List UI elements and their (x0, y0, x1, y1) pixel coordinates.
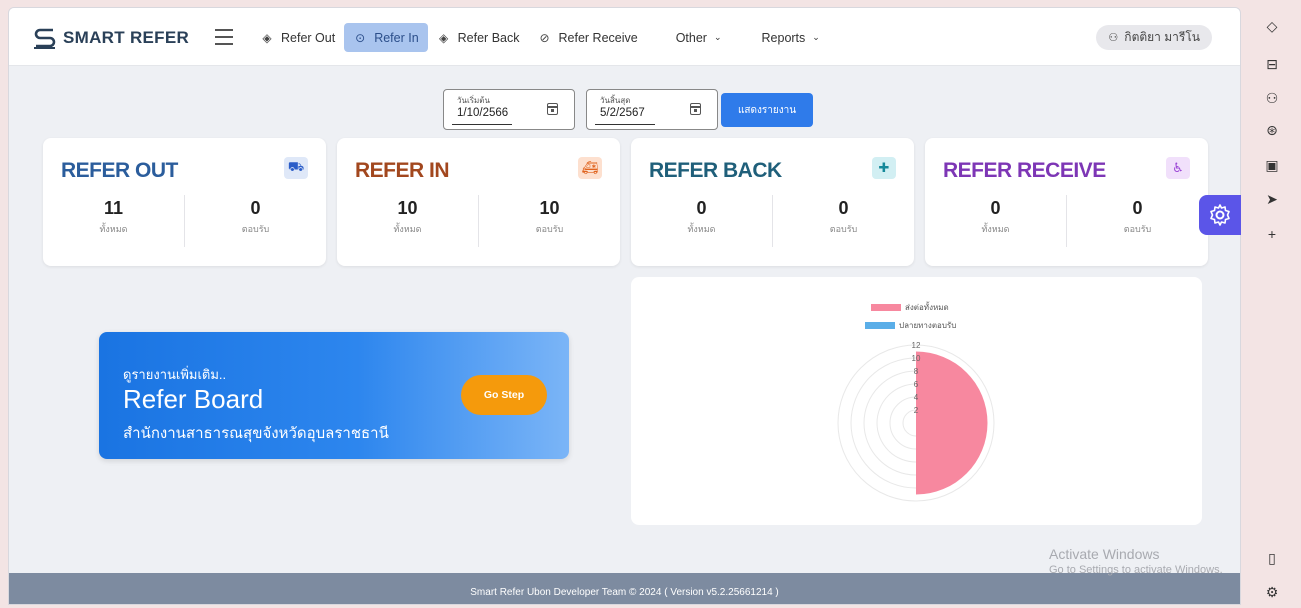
card-total: 0 (696, 198, 707, 218)
tick-label: 12 (912, 341, 921, 350)
end-date-value: 5/2/2567 (600, 107, 645, 119)
card-accepted-label: ตอบรับ (1123, 224, 1152, 234)
browser-sidebar: ◇ ⊟ ⚇ ⊛ ▣ ➤ + ▯ ⚙ (1243, 0, 1301, 608)
activate-windows-watermark: Activate Windows Go to Settings to activ… (1049, 546, 1223, 576)
main-nav: ◈ Refer Out ⊙ Refer In ◈ Refer Back ⊘ Re… (251, 23, 829, 52)
card-accepted: 0 (838, 198, 849, 218)
card-accepted: 10 (539, 198, 560, 218)
card-refer-receive[interactable]: REFER RECEIVE ♿︎ 0 ทั้งหมด 0 ตอบรับ (925, 138, 1208, 266)
polar-area-chart: 12 10 8 6 4 2 (837, 341, 995, 502)
banner-title: Refer Board (123, 384, 264, 414)
chevron-down-icon: ⌄ (812, 32, 820, 42)
nav-refer-out-label: Refer Out (281, 30, 336, 45)
send-icon[interactable]: ➤ (1263, 190, 1281, 208)
user-menu[interactable]: ⚇ กิตติยา มารีโน (1096, 25, 1212, 50)
briefcase-icon[interactable]: ⊟ (1263, 55, 1281, 73)
watermark-line2: Go to Settings to activate Windows. (1049, 564, 1223, 576)
truck-icon: ⛟ (284, 157, 308, 179)
nav-refer-in[interactable]: ⊙ Refer In (344, 23, 428, 52)
ambulance-icon: 🚑︎ (578, 157, 602, 179)
field-underline (595, 124, 655, 125)
add-icon[interactable]: + (1263, 225, 1281, 243)
calendar-icon[interactable] (547, 103, 558, 115)
show-report-button[interactable]: แสดงรายงาน (721, 93, 813, 127)
top-navbar: SMART REFER ◈ Refer Out ⊙ Refer In ◈ Ref… (9, 8, 1240, 66)
card-refer-out[interactable]: REFER OUT ⛟ 11 ทั้งหมด 0 ตอบรับ (43, 138, 326, 266)
go-step-button[interactable]: Go Step (461, 375, 547, 415)
gear-icon[interactable]: ⚙ (1263, 583, 1281, 601)
card-refer-back[interactable]: REFER BACK ✚ 0 ทั้งหมด 0 ตอบรับ (631, 138, 914, 266)
watermark-line1: Activate Windows (1049, 546, 1160, 562)
banner-org: สำนักงานสาธารณสุขจังหวัดอุบลราชธานี (123, 425, 389, 442)
card-accepted-label: ตอบรับ (535, 224, 564, 234)
user-icon: ⚇ (1108, 32, 1119, 44)
card-title: REFER BACK (649, 159, 782, 182)
calendar-icon[interactable] (690, 103, 701, 115)
refer-board-banner: ดูรายงานเพิ่มเติม.. Refer Board สำนักงาน… (99, 332, 569, 459)
tick-label: 6 (914, 380, 919, 389)
logo-icon (34, 28, 56, 49)
nav-other-label: Other (675, 30, 707, 45)
logo[interactable]: SMART REFER (31, 25, 189, 51)
nav-other-dropdown[interactable]: Other ⌄ (667, 23, 731, 52)
chart-panel: ส่งต่อทั้งหมด ปลายทางตอบรับ 12 10 8 6 4 2 (631, 277, 1202, 525)
card-total: 0 (990, 198, 1001, 218)
nav-refer-back-label: Refer Back (457, 30, 520, 45)
card-accepted: 0 (250, 198, 261, 218)
card-total-label: ทั้งหมด (687, 224, 716, 234)
tick-label: 2 (914, 406, 919, 415)
end-date-field[interactable]: วันสิ้นสุด 5/2/2567 (586, 89, 718, 130)
gear-icon (1210, 204, 1230, 226)
settings-float-button[interactable] (1199, 195, 1241, 235)
card-title: REFER IN (355, 159, 450, 182)
tick-label: 10 (912, 354, 921, 363)
start-date-value: 1/10/2566 (457, 107, 509, 119)
card-total: 11 (103, 198, 124, 218)
field-underline (452, 124, 512, 125)
nav-reports-dropdown[interactable]: Reports ⌄ (753, 23, 829, 52)
card-total: 10 (397, 198, 418, 218)
circle-check-icon: ⊘ (539, 30, 550, 45)
footer: Smart Refer Ubon Developer Team © 2024 (… (9, 573, 1240, 604)
logo-text: SMART REFER (63, 28, 190, 47)
menu-toggle-icon[interactable] (215, 29, 233, 45)
card-refer-in[interactable]: REFER IN 🚑︎ 10 ทั้งหมด 10 ตอบรับ (337, 138, 620, 266)
tag-icon[interactable]: ◇ (1263, 17, 1281, 35)
people-icon[interactable]: ⚇ (1263, 89, 1281, 107)
tick-label: 4 (914, 393, 919, 402)
card-title: REFER OUT (61, 159, 178, 182)
sidebar-toggle-icon[interactable]: ▯ (1263, 549, 1281, 567)
start-date-field[interactable]: วันเริ่มต้น 1/10/2566 (443, 89, 575, 130)
wheelchair-icon: ♿︎ (1166, 157, 1190, 179)
office-icon[interactable]: ▣ (1263, 156, 1281, 174)
nav-refer-back[interactable]: ◈ Refer Back (428, 23, 529, 52)
card-total-label: ทั้งหมด (99, 224, 128, 234)
app-window: SMART REFER ◈ Refer Out ⊙ Refer In ◈ Ref… (8, 7, 1241, 605)
nav-refer-receive[interactable]: ⊘ Refer Receive (529, 23, 647, 52)
nav-refer-in-label: Refer In (374, 30, 419, 45)
banner-subtitle: ดูรายงานเพิ่มเติม.. (123, 367, 227, 382)
card-accepted-label: ตอบรับ (241, 224, 270, 234)
card-title: REFER RECEIVE (943, 159, 1106, 182)
card-total-label: ทั้งหมด (393, 224, 422, 234)
start-date-label: วันเริ่มต้น (457, 96, 490, 105)
user-name: กิตติยา มารีโน (1124, 30, 1200, 44)
chevron-down-icon: ⌄ (713, 32, 722, 42)
copilot-icon[interactable]: ⊛ (1263, 121, 1281, 139)
polar-segment[interactable] (916, 351, 988, 495)
nav-reports-label: Reports (761, 30, 806, 45)
nav-refer-receive-label: Refer Receive (558, 30, 638, 45)
medical-truck-icon: ✚ (872, 157, 896, 179)
end-date-label: วันสิ้นสุด (600, 96, 631, 105)
card-total-label: ทั้งหมด (981, 224, 1010, 234)
tick-label: 8 (914, 367, 919, 376)
nav-refer-out[interactable]: ◈ Refer Out (251, 23, 344, 52)
diamond-arrow-icon: ◈ (262, 30, 272, 45)
card-accepted: 0 (1132, 198, 1143, 218)
card-accepted-label: ตอบรับ (829, 224, 858, 234)
circle-arrow-icon: ⊙ (355, 30, 366, 45)
diamond-arrow-icon: ◈ (439, 30, 449, 45)
